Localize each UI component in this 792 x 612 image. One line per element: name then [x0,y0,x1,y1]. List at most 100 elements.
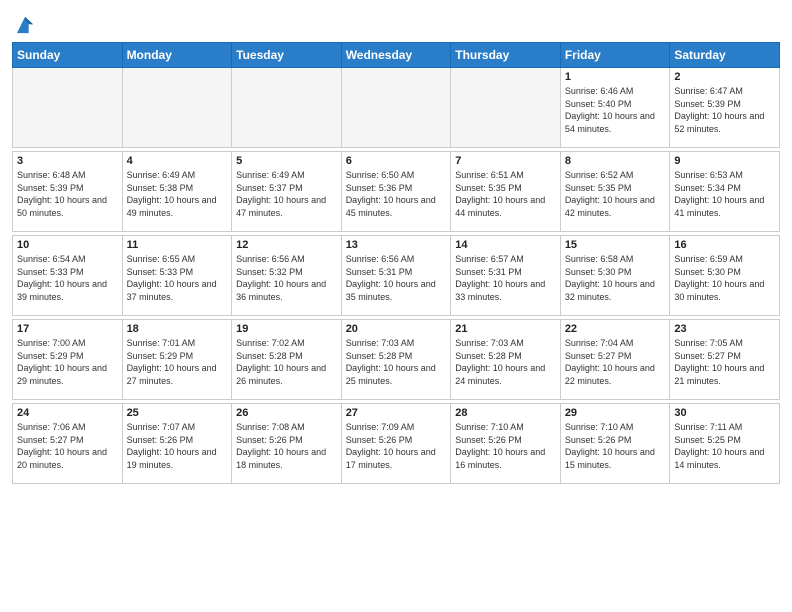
day-info: Sunrise: 7:10 AMSunset: 5:26 PMDaylight:… [565,421,666,471]
day-info: Sunrise: 7:00 AMSunset: 5:29 PMDaylight:… [17,337,118,387]
calendar-day-6: 6 Sunrise: 6:50 AMSunset: 5:36 PMDaylight… [341,152,451,232]
calendar-day-2: 2 Sunrise: 6:47 AMSunset: 5:39 PMDaylight… [670,68,780,148]
calendar-day-empty [451,68,561,148]
calendar-day-24: 24Sunrise: 7:06 AMSunset: 5:27 PMDayligh… [13,404,123,484]
day-number: 14 [455,239,556,251]
day-number: 3 [17,155,118,167]
day-number: 18 [127,323,228,335]
day-info: Sunrise: 6:58 AMSunset: 5:30 PMDaylight:… [565,253,666,303]
day-number: 16 [674,239,775,251]
day-info: Sunrise: 6:57 AMSunset: 5:31 PMDaylight:… [455,253,556,303]
weekday-header-tuesday: Tuesday [232,43,342,68]
day-number: 25 [127,407,228,419]
day-info: Sunrise: 6:52 AMSunset: 5:35 PMDaylight:… [565,169,666,219]
calendar-day-23: 23 Sunrise: 7:05 AMSunset: 5:27 PMDayligh… [670,320,780,400]
weekday-header-friday: Friday [560,43,670,68]
day-info: Sunrise: 6:56 AMSunset: 5:31 PMDaylight:… [346,253,447,303]
day-info: Sunrise: 6:47 AMSunset: 5:39 PMDaylight:… [674,85,775,135]
calendar-week-4: 17Sunrise: 7:00 AMSunset: 5:29 PMDayligh… [13,320,780,400]
day-number: 11 [127,239,228,251]
calendar-day-17: 17Sunrise: 7:00 AMSunset: 5:29 PMDayligh… [13,320,123,400]
day-number: 28 [455,407,556,419]
calendar-week-5: 24Sunrise: 7:06 AMSunset: 5:27 PMDayligh… [13,404,780,484]
day-info: Sunrise: 6:50 AMSunset: 5:36 PMDaylight:… [346,169,447,219]
day-number: 4 [127,155,228,167]
day-info: Sunrise: 6:49 AMSunset: 5:38 PMDaylight:… [127,169,228,219]
calendar-day-16: 16 Sunrise: 6:59 AMSunset: 5:30 PMDayligh… [670,236,780,316]
logo [12,14,36,36]
day-number: 10 [17,239,118,251]
day-number: 8 [565,155,666,167]
day-info: Sunrise: 6:53 AMSunset: 5:34 PMDaylight:… [674,169,775,219]
day-info: Sunrise: 7:05 AMSunset: 5:27 PMDaylight:… [674,337,775,387]
day-info: Sunrise: 7:03 AMSunset: 5:28 PMDaylight:… [455,337,556,387]
calendar-day-30: 30Sunrise: 7:11 AMSunset: 5:25 PMDayligh… [670,404,780,484]
calendar-day-18: 18Sunrise: 7:01 AMSunset: 5:29 PMDayligh… [122,320,232,400]
day-number: 6 [346,155,447,167]
calendar-week-1: 1 Sunrise: 6:46 AMSunset: 5:40 PMDaylight… [13,68,780,148]
weekday-header-sunday: Sunday [13,43,123,68]
day-number: 29 [565,407,666,419]
day-number: 20 [346,323,447,335]
day-info: Sunrise: 6:46 AMSunset: 5:40 PMDaylight:… [565,85,666,135]
day-number: 27 [346,407,447,419]
day-info: Sunrise: 7:10 AMSunset: 5:26 PMDaylight:… [455,421,556,471]
calendar-day-25: 25Sunrise: 7:07 AMSunset: 5:26 PMDayligh… [122,404,232,484]
calendar-day-empty [232,68,342,148]
page-container: SundayMondayTuesdayWednesdayThursdayFrid… [0,0,792,490]
day-info: Sunrise: 6:49 AMSunset: 5:37 PMDaylight:… [236,169,337,219]
weekday-header-wednesday: Wednesday [341,43,451,68]
logo-icon [14,14,36,36]
calendar-week-3: 10 Sunrise: 6:54 AMSunset: 5:33 PMDayligh… [13,236,780,316]
day-info: Sunrise: 7:02 AMSunset: 5:28 PMDaylight:… [236,337,337,387]
day-number: 13 [346,239,447,251]
calendar-day-empty [13,68,123,148]
day-number: 24 [17,407,118,419]
calendar-day-3: 3Sunrise: 6:48 AMSunset: 5:39 PMDaylight… [13,152,123,232]
day-number: 2 [674,71,775,83]
weekday-header-row: SundayMondayTuesdayWednesdayThursdayFrid… [13,43,780,68]
day-number: 22 [565,323,666,335]
weekday-header-thursday: Thursday [451,43,561,68]
calendar-day-12: 12 Sunrise: 6:56 AMSunset: 5:32 PMDayligh… [232,236,342,316]
calendar-day-1: 1 Sunrise: 6:46 AMSunset: 5:40 PMDaylight… [560,68,670,148]
day-number: 1 [565,71,666,83]
calendar-day-15: 15 Sunrise: 6:58 AMSunset: 5:30 PMDayligh… [560,236,670,316]
calendar-day-13: 13 Sunrise: 6:56 AMSunset: 5:31 PMDayligh… [341,236,451,316]
calendar-day-26: 26 Sunrise: 7:08 AMSunset: 5:26 PMDayligh… [232,404,342,484]
weekday-header-monday: Monday [122,43,232,68]
day-number: 5 [236,155,337,167]
weekday-header-saturday: Saturday [670,43,780,68]
calendar-day-10: 10 Sunrise: 6:54 AMSunset: 5:33 PMDayligh… [13,236,123,316]
calendar-day-20: 20 Sunrise: 7:03 AMSunset: 5:28 PMDayligh… [341,320,451,400]
day-info: Sunrise: 7:04 AMSunset: 5:27 PMDaylight:… [565,337,666,387]
day-number: 9 [674,155,775,167]
calendar-day-22: 22 Sunrise: 7:04 AMSunset: 5:27 PMDayligh… [560,320,670,400]
day-info: Sunrise: 6:59 AMSunset: 5:30 PMDaylight:… [674,253,775,303]
calendar-day-7: 7Sunrise: 6:51 AMSunset: 5:35 PMDaylight… [451,152,561,232]
day-info: Sunrise: 6:55 AMSunset: 5:33 PMDaylight:… [127,253,228,303]
day-info: Sunrise: 7:11 AMSunset: 5:25 PMDaylight:… [674,421,775,471]
day-info: Sunrise: 6:56 AMSunset: 5:32 PMDaylight:… [236,253,337,303]
calendar-day-4: 4 Sunrise: 6:49 AMSunset: 5:38 PMDaylight… [122,152,232,232]
day-info: Sunrise: 7:08 AMSunset: 5:26 PMDaylight:… [236,421,337,471]
calendar-day-8: 8 Sunrise: 6:52 AMSunset: 5:35 PMDaylight… [560,152,670,232]
calendar-table: SundayMondayTuesdayWednesdayThursdayFrid… [12,42,780,484]
day-info: Sunrise: 6:54 AMSunset: 5:33 PMDaylight:… [17,253,118,303]
day-number: 12 [236,239,337,251]
day-number: 26 [236,407,337,419]
calendar-day-5: 5 Sunrise: 6:49 AMSunset: 5:37 PMDaylight… [232,152,342,232]
calendar-day-27: 27 Sunrise: 7:09 AMSunset: 5:26 PMDayligh… [341,404,451,484]
day-info: Sunrise: 7:09 AMSunset: 5:26 PMDaylight:… [346,421,447,471]
calendar-day-21: 21 Sunrise: 7:03 AMSunset: 5:28 PMDayligh… [451,320,561,400]
calendar-day-9: 9 Sunrise: 6:53 AMSunset: 5:34 PMDaylight… [670,152,780,232]
day-number: 23 [674,323,775,335]
day-number: 19 [236,323,337,335]
calendar-day-empty [341,68,451,148]
calendar-day-29: 29 Sunrise: 7:10 AMSunset: 5:26 PMDayligh… [560,404,670,484]
day-number: 15 [565,239,666,251]
day-info: Sunrise: 7:03 AMSunset: 5:28 PMDaylight:… [346,337,447,387]
day-number: 7 [455,155,556,167]
calendar-day-empty [122,68,232,148]
day-number: 21 [455,323,556,335]
